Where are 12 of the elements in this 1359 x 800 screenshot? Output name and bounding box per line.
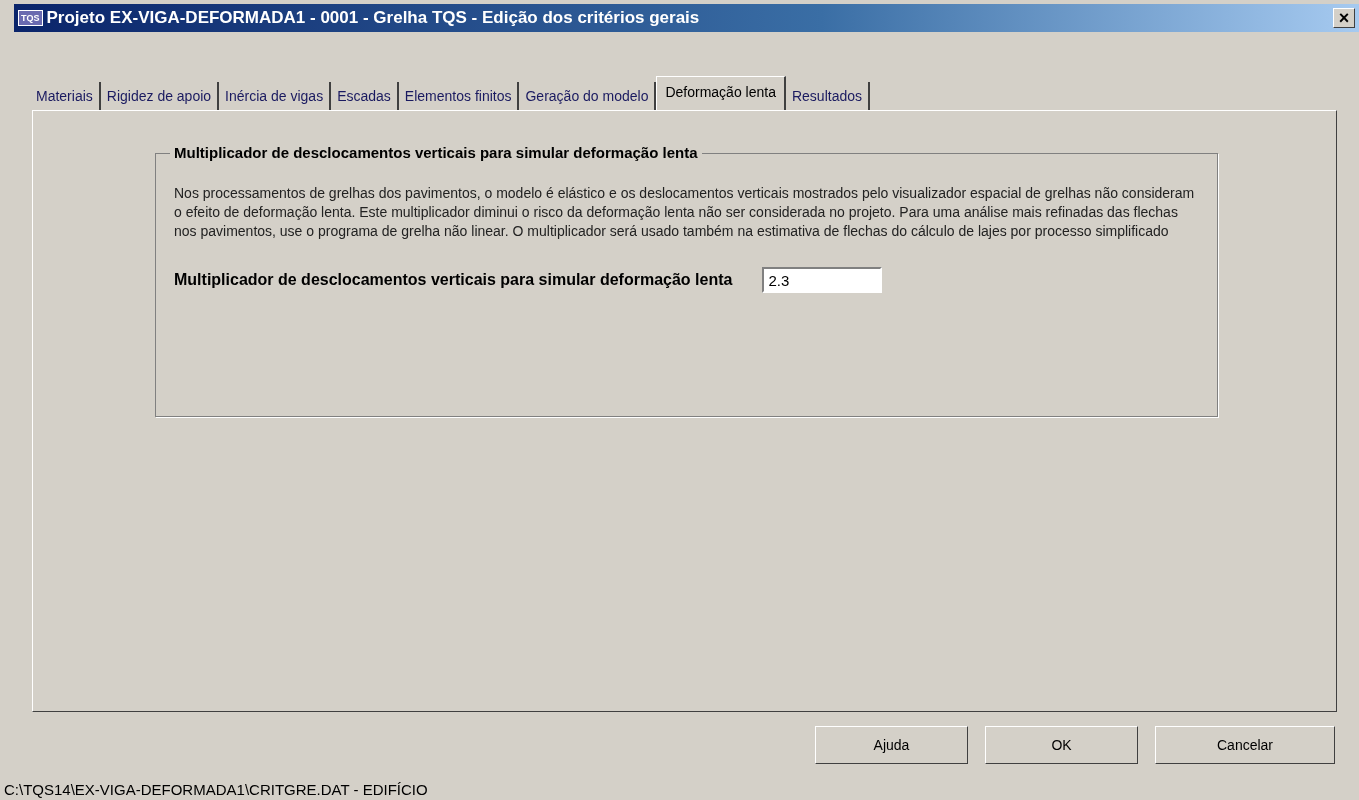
dialog-button[interactable]: OK <box>985 726 1138 764</box>
app-icon: TQS <box>18 10 43 26</box>
multiplier-input[interactable]: 2.3 <box>762 267 883 293</box>
group-title: Multiplicador de desclocamentos verticais para simular deformação lenta <box>170 144 702 161</box>
file-path-text: C:\TQS14\EX-VIGA-DEFORMADA1\CRITGRE.DAT - EDIFÍCIO <box>4 781 428 798</box>
tab[interactable]: Deformação lenta <box>656 76 786 110</box>
close-button[interactable]: × <box>1333 8 1355 28</box>
dialog-button[interactable]: Cancelar <box>1155 726 1335 764</box>
field-label: Multiplicador de desclocamentos verticais para simular deformação lenta <box>174 271 733 289</box>
window-title: Projeto EX-VIGA-DEFORMADA1 - 0001 - Grelha TQS - Edição dos critérios gerais <box>46 8 701 28</box>
description-text: Nos processamentos de grelhas dos pavimentos, o modelo é elástico e os deslocamentos verticais mostrados pelo visualizador espacial de grelhas não consideram o efeito de deformação lenta. Este multiplicador diminui o risco da deformação lenta não ser considerada no projeto. Para uma análise mais refinadas das flechas nos pavimentos, use o programa de grelha não linear. O multiplicador será usado também na estimativa de flechas do cálculo de lajes por processo simplificado <box>174 184 1196 241</box>
dialog-button[interactable]: Ajuda <box>815 726 968 764</box>
